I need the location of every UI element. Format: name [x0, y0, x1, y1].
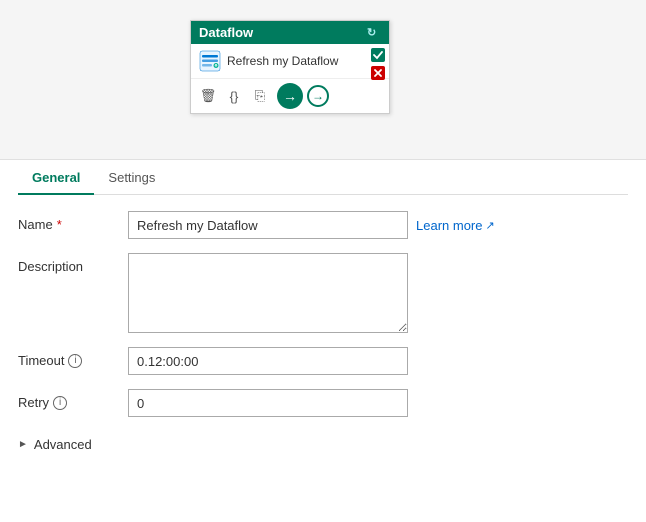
canvas-area: Dataflow ↻ Refresh my Dataflow	[0, 0, 646, 160]
timeout-label: Timeout i	[18, 347, 128, 368]
timeout-info-icon[interactable]: i	[68, 354, 82, 368]
card-header: Dataflow ↻	[191, 21, 389, 44]
required-star: *	[57, 217, 62, 232]
name-input[interactable]	[128, 211, 408, 239]
description-input-area	[128, 253, 628, 333]
retry-row: Retry i	[18, 389, 628, 417]
bottom-panel: General Settings Name * Learn more ↗ Des…	[0, 160, 646, 458]
learn-more-link[interactable]: Learn more ↗	[416, 218, 495, 233]
status-check	[371, 48, 385, 65]
card-toolbar: 🗑 {} ⎘ → →	[191, 79, 389, 113]
name-input-area: Learn more ↗	[128, 211, 628, 239]
code-button[interactable]: {}	[223, 85, 245, 107]
card-header-title: Dataflow	[199, 25, 253, 40]
timeout-input-area	[128, 347, 628, 375]
activity-card: Dataflow ↻ Refresh my Dataflow	[190, 20, 390, 114]
timeout-row: Timeout i	[18, 347, 628, 375]
advanced-section[interactable]: ► Advanced	[18, 431, 628, 458]
description-label: Description	[18, 253, 128, 274]
tab-settings[interactable]: Settings	[94, 160, 169, 195]
arrow-button[interactable]: →	[277, 83, 303, 109]
description-input[interactable]	[128, 253, 408, 333]
tab-general[interactable]: General	[18, 160, 94, 195]
dataflow-icon	[199, 50, 221, 72]
name-row: Name * Learn more ↗	[18, 211, 628, 239]
external-link-icon: ↗	[485, 219, 494, 232]
activity-name: Refresh my Dataflow	[227, 54, 381, 68]
card-body: Refresh my Dataflow	[191, 44, 389, 79]
retry-info-icon[interactable]: i	[53, 396, 67, 410]
retry-label: Retry i	[18, 389, 128, 410]
retry-input[interactable]	[128, 389, 408, 417]
arrow-outline-button[interactable]: →	[307, 85, 329, 107]
card-refresh-icon: ↻	[367, 26, 381, 40]
timeout-input[interactable]	[128, 347, 408, 375]
chevron-right-icon: ►	[18, 439, 28, 450]
retry-input-area	[128, 389, 628, 417]
delete-button[interactable]: 🗑	[197, 85, 219, 107]
copy-button[interactable]: ⎘	[249, 85, 271, 107]
name-label: Name *	[18, 211, 128, 232]
description-row: Description	[18, 253, 628, 333]
status-error	[371, 66, 385, 83]
tabs-container: General Settings	[18, 160, 628, 195]
advanced-label: Advanced	[34, 437, 92, 452]
